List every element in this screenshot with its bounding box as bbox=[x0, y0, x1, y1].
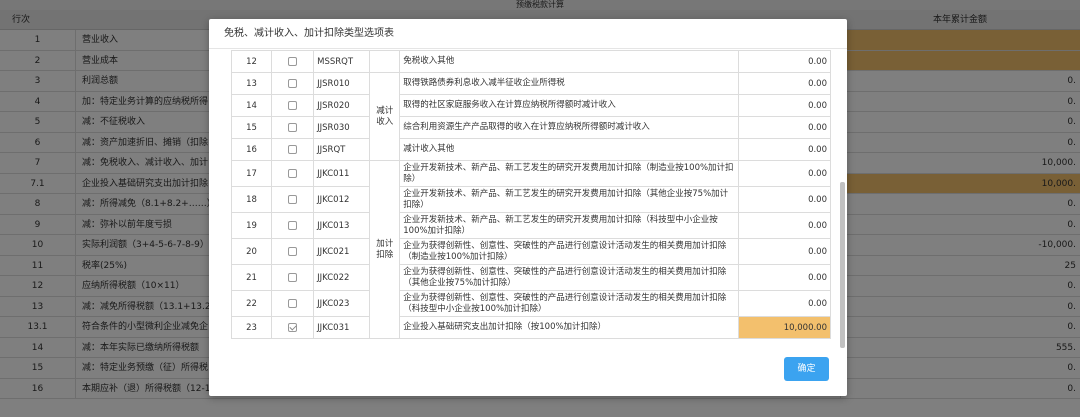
option-number: 15 bbox=[230, 116, 273, 139]
confirm-button[interactable]: 确定 bbox=[784, 357, 829, 381]
option-checkbox[interactable] bbox=[288, 100, 298, 110]
option-code: JJKC021 bbox=[313, 238, 371, 265]
option-name: 企业投入基础研究支出加计扣除（按100%加计扣除） bbox=[399, 316, 739, 339]
option-checkbox[interactable] bbox=[288, 194, 298, 204]
option-name: 减计收入其他 bbox=[399, 138, 739, 161]
option-name: 企业为获得创新性、创意性、突破性的产品进行创意设计活动发生的相关费用加计扣除（其… bbox=[399, 264, 739, 291]
option-name: 企业为获得创新性、创意性、突破性的产品进行创意设计活动发生的相关费用加计扣除（制… bbox=[399, 238, 739, 265]
option-checkbox[interactable] bbox=[288, 220, 298, 230]
option-number: 12 bbox=[230, 50, 273, 73]
option-amount-input[interactable]: 0.00 bbox=[737, 238, 832, 265]
option-checkbox-cell bbox=[271, 138, 315, 161]
option-amount-input[interactable]: 0.00 bbox=[737, 138, 832, 161]
option-number: 18 bbox=[230, 186, 273, 213]
option-row: 15 JJSR030 综合利用资源生产产品取得的收入在计算应纳税所得额时减计收入 0.… bbox=[230, 116, 832, 139]
option-checkbox-cell bbox=[271, 50, 315, 73]
option-number: 23 bbox=[230, 316, 273, 339]
option-name: 企业开发新技术、新产品、新工艺发生的研究开发费用加计扣除（制造业按100%加计扣… bbox=[399, 160, 739, 187]
option-row: 14 JJSR020 取得的社区家庭服务收入在计算应纳税所得额时减计收入 0.00 bbox=[230, 94, 832, 117]
option-checkbox-cell bbox=[271, 238, 315, 265]
option-amount-input[interactable]: 0.00 bbox=[737, 94, 832, 117]
option-code: JJKC013 bbox=[313, 212, 371, 239]
option-checkbox[interactable] bbox=[288, 122, 298, 132]
option-name: 企业开发新技术、新产品、新工艺发生的研究开发费用加计扣除（科技型中小企业按100… bbox=[399, 212, 739, 239]
option-code: JJSR010 bbox=[313, 72, 371, 95]
option-code: JJKC011 bbox=[313, 160, 371, 187]
option-row: 17 JJKC011 加计扣除 企业开发新技术、新产品、新工艺发生的研究开发费用加计扣… bbox=[230, 160, 832, 339]
selection-dialog: 免税、减计收入、加计扣除类型选项表 12 MSSRQT 免税收入其他 0.00 13 JJ… bbox=[209, 19, 847, 396]
option-row: 20 JJKC021 企业为获得创新性、创意性、突破性的产品进行创意设计活动发生的相… bbox=[230, 238, 832, 265]
option-number: 13 bbox=[230, 72, 273, 95]
option-checkbox-cell bbox=[271, 290, 315, 317]
dialog-title: 免税、减计收入、加计扣除类型选项表 bbox=[209, 19, 847, 49]
option-checkbox-cell bbox=[271, 264, 315, 291]
option-row: 21 JJKC022 企业为获得创新性、创意性、突破性的产品进行创意设计活动发生的相… bbox=[230, 264, 832, 291]
option-amount-input[interactable]: 10,000.00 bbox=[737, 316, 832, 339]
dialog-scrollbar[interactable] bbox=[840, 182, 845, 348]
option-name: 免税收入其他 bbox=[399, 50, 739, 73]
option-amount-input[interactable]: 0.00 bbox=[737, 50, 832, 73]
option-row: 12 MSSRQT 免税收入其他 0.00 bbox=[230, 50, 832, 73]
option-amount-input[interactable]: 0.00 bbox=[737, 212, 832, 239]
option-checkbox-cell bbox=[271, 116, 315, 139]
option-checkbox[interactable] bbox=[288, 78, 298, 88]
option-code: JJKC022 bbox=[313, 264, 371, 291]
option-row: 16 JJSRQT 减计收入其他 0.00 bbox=[230, 138, 832, 161]
option-checkbox[interactable] bbox=[288, 246, 298, 256]
option-checkbox[interactable] bbox=[288, 298, 298, 308]
option-name: 取得铁路债券利息收入减半征收企业所得税 bbox=[399, 72, 739, 95]
option-code: JJKC023 bbox=[313, 290, 371, 317]
option-row: 22 JJKC023 企业为获得创新性、创意性、突破性的产品进行创意设计活动发生的相… bbox=[230, 290, 832, 317]
option-amount-input[interactable]: 0.00 bbox=[737, 72, 832, 95]
option-checkbox[interactable] bbox=[288, 56, 298, 66]
option-code: JJKC012 bbox=[313, 186, 371, 213]
option-number: 22 bbox=[230, 290, 273, 317]
option-row: 19 JJKC013 企业开发新技术、新产品、新工艺发生的研究开发费用加计扣除（科技… bbox=[230, 212, 832, 239]
option-name: 企业开发新技术、新产品、新工艺发生的研究开发费用加计扣除（其他企业按75%加计扣… bbox=[399, 186, 739, 213]
option-checkbox[interactable] bbox=[288, 144, 298, 154]
option-number: 16 bbox=[230, 138, 273, 161]
option-checkbox-cell bbox=[271, 72, 315, 95]
option-amount-input[interactable]: 0.00 bbox=[737, 186, 832, 213]
option-code: JJSR030 bbox=[313, 116, 371, 139]
group-label-jiaji: 加计扣除 bbox=[369, 160, 401, 339]
option-number: 21 bbox=[230, 264, 273, 291]
options-table: 12 MSSRQT 免税收入其他 0.00 13 JJSR010 减计收入 取得铁路债券利息收… bbox=[230, 50, 832, 339]
option-name: 取得的社区家庭服务收入在计算应纳税所得额时减计收入 bbox=[399, 94, 739, 117]
group-label-jianji: 减计收入 bbox=[369, 72, 401, 161]
option-row: 23 JJKC031 企业投入基础研究支出加计扣除（按100%加计扣除） 10,000… bbox=[230, 316, 832, 339]
option-checkbox[interactable] bbox=[288, 322, 298, 332]
option-checkbox-cell bbox=[271, 316, 315, 339]
dialog-scroll-area[interactable]: 12 MSSRQT 免税收入其他 0.00 13 JJSR010 减计收入 取得铁路债券利息收… bbox=[219, 50, 837, 348]
option-number: 19 bbox=[230, 212, 273, 239]
option-row: 18 JJKC012 企业开发新技术、新产品、新工艺发生的研究开发费用加计扣除（其他… bbox=[230, 186, 832, 213]
option-code: MSSRQT bbox=[313, 50, 371, 73]
option-number: 17 bbox=[230, 160, 273, 187]
option-number: 14 bbox=[230, 94, 273, 117]
option-code: JJKC031 bbox=[313, 316, 371, 339]
group-cell-empty bbox=[369, 50, 401, 73]
option-amount-input[interactable]: 0.00 bbox=[737, 264, 832, 291]
option-code: JJSR020 bbox=[313, 94, 371, 117]
option-checkbox[interactable] bbox=[288, 168, 298, 178]
option-checkbox-cell bbox=[271, 186, 315, 213]
option-checkbox-cell bbox=[271, 160, 315, 187]
option-checkbox-cell bbox=[271, 212, 315, 239]
option-amount-input[interactable]: 0.00 bbox=[737, 160, 832, 187]
option-row: 13 JJSR010 减计收入 取得铁路债券利息收入减半征收企业所得税 0.00 bbox=[230, 72, 832, 161]
option-name: 企业为获得创新性、创意性、突破性的产品进行创意设计活动发生的相关费用加计扣除（科… bbox=[399, 290, 739, 317]
option-number: 20 bbox=[230, 238, 273, 265]
option-code: JJSRQT bbox=[313, 138, 371, 161]
option-checkbox[interactable] bbox=[288, 272, 298, 282]
option-amount-input[interactable]: 0.00 bbox=[737, 290, 832, 317]
option-amount-input[interactable]: 0.00 bbox=[737, 116, 832, 139]
option-checkbox-cell bbox=[271, 94, 315, 117]
option-name: 综合利用资源生产产品取得的收入在计算应纳税所得额时减计收入 bbox=[399, 116, 739, 139]
